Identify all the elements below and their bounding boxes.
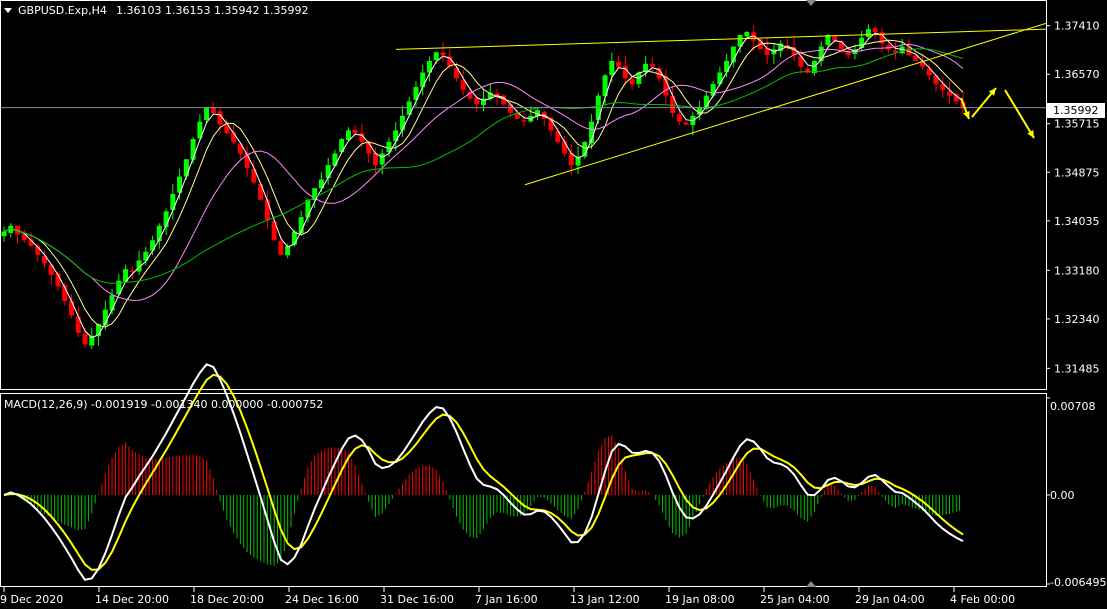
x-tick-label: 31 Dec 16:00 [380, 593, 454, 606]
candle [339, 138, 345, 153]
x-tick-label: 13 Jan 12:00 [570, 593, 640, 606]
y-tick-label: 1.34875 [1054, 166, 1100, 179]
x-tick-label: 7 Jan 16:00 [475, 593, 538, 606]
candle [258, 183, 264, 200]
y-tick-label: 1.31485 [1054, 362, 1100, 375]
y-tick-label: 1.37410 [1054, 20, 1100, 33]
macd-y-tick-label: 0.00 [1050, 489, 1075, 502]
x-tick-label: 19 Jan 08:00 [665, 593, 735, 606]
candle [501, 94, 507, 107]
y-tick-label: 1.36570 [1054, 68, 1100, 81]
y-tick-label: 1.32340 [1054, 313, 1100, 326]
chart: 1.37410 1.36570 1.35715 1.34875 1.34035 1.331… [0, 0, 1107, 609]
x-tick-label: 24 Dec 16:00 [285, 593, 359, 606]
current-price-label: 1.35992 [1053, 104, 1099, 117]
ohlc-values: 1.36103 1.36153 1.35942 1.35992 [116, 4, 308, 17]
macd-y-tick-label: -0.006495 [1050, 576, 1106, 589]
symbol-title: GBPUSD.Exp,H4 [18, 4, 107, 17]
y-tick-label: 1.34035 [1054, 215, 1100, 228]
x-tick-label: 25 Jan 04:00 [760, 593, 830, 606]
x-tick-label: 9 Dec 2020 [0, 593, 63, 606]
y-tick-label: 1.35715 [1054, 118, 1100, 131]
macd-y-tick-label: 0.00708 [1050, 400, 1096, 413]
y-tick-label: 1.33180 [1054, 264, 1100, 277]
x-tick-label: 14 Dec 20:00 [95, 593, 169, 606]
x-tick-label: 18 Dec 20:00 [190, 593, 264, 606]
macd-title: MACD(12,26,9) -0.001919 -0.001340 0.0000… [4, 398, 323, 411]
x-tick-label: 29 Jan 04:00 [855, 593, 925, 606]
x-tick-label: 4 Feb 00:00 [950, 593, 1015, 606]
